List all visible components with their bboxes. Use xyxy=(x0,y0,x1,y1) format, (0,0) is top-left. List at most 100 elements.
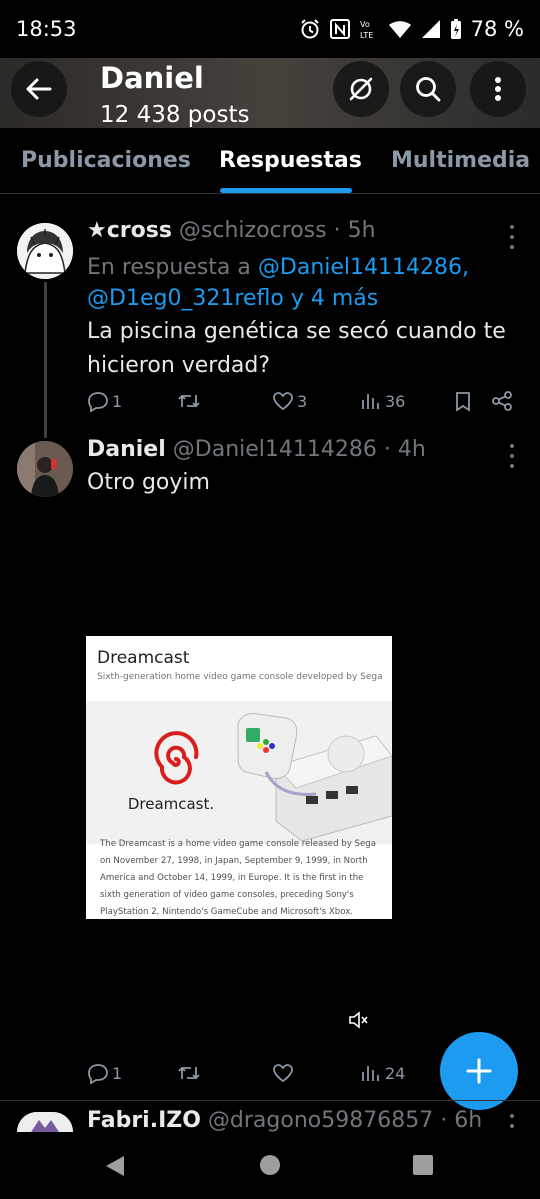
heart-icon xyxy=(273,392,293,411)
retweet-icon xyxy=(178,1066,200,1080)
wifi-icon xyxy=(388,21,411,38)
share-icon xyxy=(492,391,512,411)
tweet-media[interactable]: Dreamcast Sixth-generation home video ga… xyxy=(86,636,392,919)
tweet-text: Otro goyim xyxy=(87,470,210,495)
avatar-image xyxy=(17,223,73,279)
nav-back-button[interactable] xyxy=(104,1154,126,1182)
battery-icon xyxy=(450,19,461,39)
plus-icon xyxy=(466,1058,492,1084)
bookmark-button[interactable] xyxy=(453,390,473,412)
reply-link-2[interactable]: @D1eg0_321reflo y 4 más xyxy=(87,286,378,311)
nav-home-button[interactable] xyxy=(259,1154,281,1180)
retweet-button[interactable] xyxy=(177,1062,204,1084)
system-nav-bar xyxy=(0,1132,540,1199)
more-options-button[interactable] xyxy=(470,61,526,117)
tweet-more-button[interactable] xyxy=(504,225,520,249)
reply-button[interactable]: 1 xyxy=(87,390,122,412)
circle-home-icon xyxy=(260,1155,280,1175)
reply-count: 1 xyxy=(112,391,123,411)
swirl-logo-icon xyxy=(154,731,199,785)
share-button[interactable] xyxy=(491,390,513,412)
like-button[interactable] xyxy=(272,1062,297,1084)
nav-recents-button[interactable] xyxy=(412,1154,434,1180)
media-title: Dreamcast xyxy=(97,648,190,668)
reply-link-1[interactable]: @Daniel14114286, xyxy=(258,255,469,280)
like-count: 3 xyxy=(297,391,308,411)
nfc-icon xyxy=(329,19,350,39)
views-icon xyxy=(362,394,379,409)
arrow-left-icon xyxy=(26,78,52,100)
tweet-header: ★𝗰𝗿𝗼𝘀𝘀 @schizocross · 5h xyxy=(87,218,376,243)
retweet-button[interactable] xyxy=(177,390,204,412)
battery-percent: 78 % xyxy=(470,17,524,41)
post-count: 12 438 posts xyxy=(100,102,250,128)
svg-text:Vo: Vo xyxy=(360,20,370,29)
views-button[interactable]: 24 xyxy=(360,1062,405,1084)
tweet-header: Daniel @Daniel14114286 · 4h xyxy=(87,437,426,462)
tab-publicaciones[interactable]: Publicaciones xyxy=(21,148,191,173)
author-handle[interactable]: @schizocross xyxy=(179,218,327,243)
media-subtitle: Sixth-generation home video game console… xyxy=(97,672,383,682)
signal-icon xyxy=(421,20,440,38)
views-icon xyxy=(362,1066,379,1081)
media-image-band: Dreamcast. xyxy=(86,701,392,844)
view-count: 36 xyxy=(385,391,406,411)
reply-prefix: En respuesta a xyxy=(87,255,258,280)
tweet-actions: 1 3 36 xyxy=(87,390,527,420)
like-button[interactable]: 3 xyxy=(272,390,307,412)
avatar[interactable] xyxy=(17,223,73,279)
author-name[interactable]: Daniel xyxy=(87,437,166,462)
volume-muted-icon xyxy=(349,1011,368,1029)
page-title: Daniel xyxy=(100,61,204,95)
profile-tabs: Publicaciones Respuestas Multimedia xyxy=(0,128,540,194)
tweet-header: Fabri.IZO @dragono59876857 · 6h xyxy=(87,1108,482,1133)
square-recents-icon xyxy=(413,1155,433,1175)
alarm-icon xyxy=(300,19,319,39)
avatar-image xyxy=(17,1112,73,1132)
tweet-text: La piscina genética se secó cuando te hi… xyxy=(87,319,506,378)
avatar[interactable] xyxy=(17,1112,73,1132)
avatar-image xyxy=(17,441,73,497)
reply-button[interactable]: 1 xyxy=(87,1062,122,1084)
reply-icon xyxy=(88,1064,108,1084)
reply-count: 1 xyxy=(112,1063,123,1083)
search-button[interactable] xyxy=(400,61,456,117)
dreamcast-logo: Dreamcast. xyxy=(116,729,236,829)
status-icons: Vo LTE 78 % xyxy=(299,17,524,41)
triangle-back-icon xyxy=(106,1156,124,1176)
bookmark-icon xyxy=(456,392,470,412)
active-tab-indicator xyxy=(220,188,352,193)
volte-icon: Vo LTE xyxy=(360,20,373,40)
tweet-divider xyxy=(0,1100,540,1101)
thread-line xyxy=(44,282,47,438)
author-name[interactable]: ★𝗰𝗿𝗼𝘀𝘀 xyxy=(87,218,172,243)
grok-icon xyxy=(349,77,373,101)
tweet-more-button[interactable] xyxy=(504,444,520,468)
status-time: 18:53 xyxy=(16,17,77,41)
grok-button[interactable] xyxy=(333,61,389,117)
console-image xyxy=(237,713,392,841)
author-name[interactable]: Fabri.IZO xyxy=(87,1108,201,1133)
back-button[interactable] xyxy=(11,61,67,117)
search-icon xyxy=(416,77,441,102)
tweet-time: · 6h xyxy=(440,1108,483,1133)
media-description: The Dreamcast is a home video game conso… xyxy=(100,839,377,917)
views-button[interactable]: 36 xyxy=(360,390,405,412)
author-handle[interactable]: @dragono59876857 xyxy=(208,1108,433,1133)
reply-icon xyxy=(88,392,108,412)
more-vertical-icon xyxy=(495,77,501,101)
compose-button[interactable] xyxy=(440,1032,518,1110)
tweet-time: · 5h xyxy=(333,218,376,243)
mute-button[interactable] xyxy=(348,1010,370,1034)
reply-context: En respuesta a @Daniel14114286, @D1eg0_3… xyxy=(87,252,507,314)
view-count: 24 xyxy=(385,1063,406,1083)
avatar[interactable] xyxy=(17,441,73,497)
tweet-time: · 4h xyxy=(383,437,426,462)
tab-respuestas[interactable]: Respuestas xyxy=(219,148,362,173)
status-bar: 18:53 Vo LTE 78 % xyxy=(0,0,540,58)
profile-header: Daniel 12 438 posts xyxy=(0,58,540,128)
tab-multimedia[interactable]: Multimedia xyxy=(391,148,530,173)
author-handle[interactable]: @Daniel14114286 xyxy=(173,437,377,462)
heart-icon xyxy=(273,1064,293,1083)
retweet-icon xyxy=(178,394,200,408)
